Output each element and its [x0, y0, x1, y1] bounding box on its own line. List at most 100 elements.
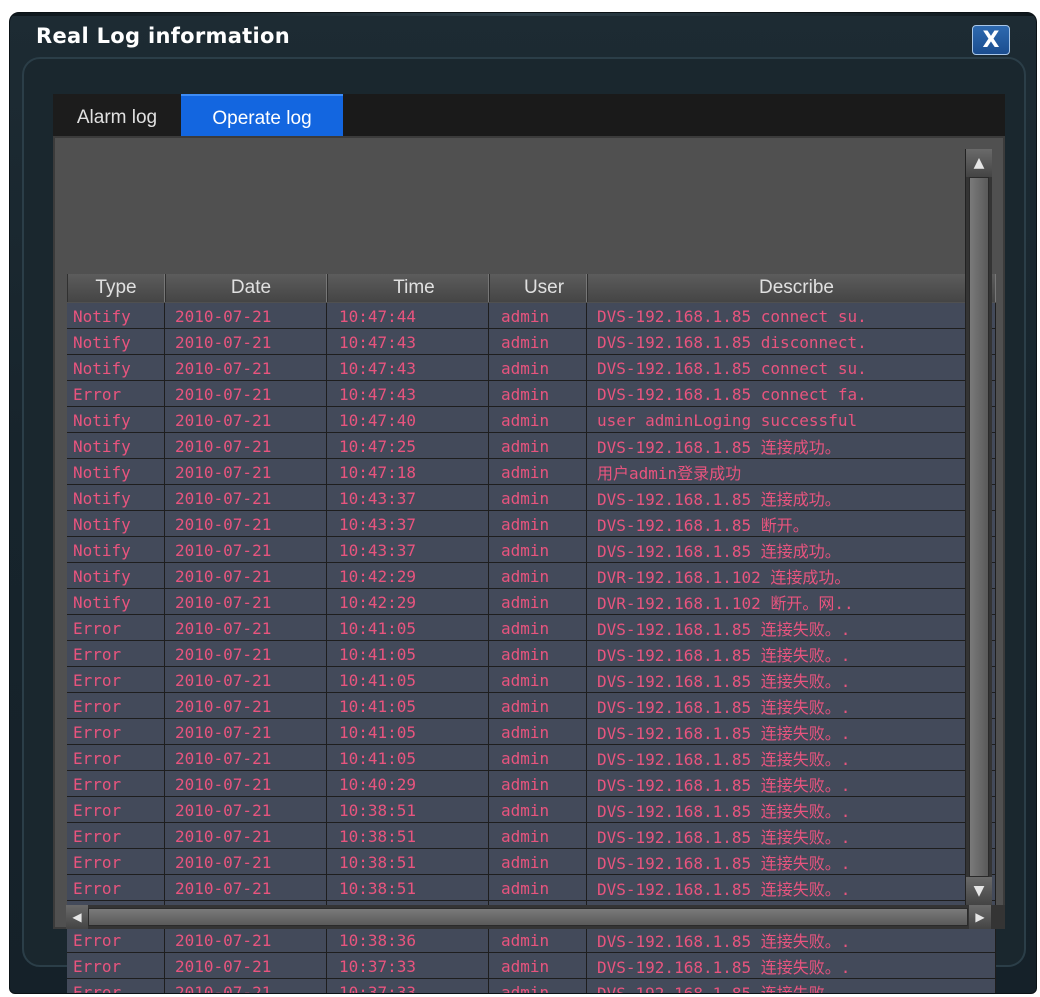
table-row[interactable]: Error 2010-07-21 10:41:05 admin DVS-192.168.…	[67, 745, 996, 771]
table-row[interactable]: Error2010-07-2110:38:51adminDVS-192.168.…	[67, 823, 996, 849]
cell-describe: DVS-192.168.1.85 连接失败。.	[587, 849, 996, 875]
table-row[interactable]: Notify 2010-07-21 10:47:43 admin DVS-192.168…	[67, 355, 996, 381]
cell-describe: DVS-192.168.1.85 连接成功。	[587, 537, 996, 563]
table-row[interactable]: Notify 2010-07-21 10:43:37 admin DVS-192.168…	[67, 537, 996, 563]
cell-type: Error	[67, 771, 165, 797]
close-icon: X	[982, 27, 1000, 53]
cell-time: 10:47:43	[327, 381, 489, 407]
cell-time: 10:37:33	[327, 979, 489, 993]
cell-date: 2010-07-21	[165, 433, 327, 459]
cell-describe: DVS-192.168.1.85 连接失败。.	[587, 875, 996, 901]
table-row[interactable]: Error2010-07-2110:38:51adminDVS-192.168.…	[67, 849, 996, 875]
cell-describe: user adminLoging successful	[587, 407, 996, 433]
table-row[interactable]: Notify 2010-07-21 10:47:25 admin DVS-192.168…	[67, 433, 996, 459]
table-row[interactable]: Error 2010-07-21 10:41:05 admin DVS-192.168.…	[67, 641, 996, 667]
column-header-type[interactable]: Type	[67, 274, 165, 302]
table-row[interactable]: Error 2010-07-21 10:41:05 admin DVS-192.168.…	[67, 615, 996, 641]
table-row[interactable]: Notify 2010-07-21 10:47:40 admin user admin…	[67, 407, 996, 433]
cell-user: admin	[489, 927, 587, 953]
scroll-left-button[interactable]: ◀	[66, 905, 88, 929]
cell-date: 2010-07-21	[165, 615, 327, 641]
cell-type: Error	[67, 641, 165, 667]
table-row[interactable]: Error 2010-07-21 10:38:36 admin DVS-192.168.…	[67, 927, 996, 953]
arrow-up-icon: ▲	[973, 155, 985, 171]
cell-time: 10:43:37	[327, 485, 489, 511]
table-row[interactable]: Notify 2010-07-21 10:42:29 admin DVR-192.168…	[67, 589, 996, 615]
cell-time: 10:41:05	[327, 641, 489, 667]
cell-type: Error	[67, 953, 165, 979]
cell-type: Notify	[67, 485, 165, 511]
cell-date: 2010-07-21	[165, 875, 327, 901]
table-row[interactable]: Error 2010-07-21 10:37:33 admin DVS-192.168.…	[67, 979, 996, 993]
column-header-date[interactable]: Date	[165, 274, 327, 302]
cell-describe: DVS-192.168.1.85 连接失败。.	[587, 797, 996, 823]
log-window: Real Log information X Alarm log Operate…	[9, 12, 1037, 994]
vertical-scroll-thumb[interactable]	[969, 177, 989, 877]
cell-time: 10:47:18	[327, 459, 489, 485]
table-row[interactable]: Error 2010-07-21 10:41:05 admin DVS-192.168.…	[67, 693, 996, 719]
cell-type: Error	[67, 823, 165, 849]
horizontal-scroll-thumb[interactable]	[88, 908, 968, 926]
cell-user: admin	[489, 329, 587, 355]
table-row[interactable]: Error2010-07-2110:38:51adminDVS-192.168.…	[67, 875, 996, 901]
cell-time: 10:47:44	[327, 303, 489, 329]
horizontal-scrollbar[interactable]: ◀ ▶	[66, 905, 991, 929]
cell-date: 2010-07-21	[165, 823, 327, 849]
cell-type: Notify	[67, 433, 165, 459]
scroll-down-button[interactable]: ▼	[966, 877, 992, 905]
cell-date: 2010-07-21	[165, 641, 327, 667]
cell-describe: DVS-192.168.1.85 断开。	[587, 511, 996, 537]
table-row[interactable]: Error 2010-07-21 10:41:05 admin DVS-192.168.…	[67, 719, 996, 745]
cell-time: 10:38:51	[327, 875, 489, 901]
cell-type: Notify	[67, 459, 165, 485]
cell-date: 2010-07-21	[165, 459, 327, 485]
cell-date: 2010-07-21	[165, 303, 327, 329]
cell-date: 2010-07-21	[165, 381, 327, 407]
cell-type: Notify	[67, 407, 165, 433]
table-row[interactable]: Notify 2010-07-21 10:47:43 admin DVS-192.168…	[67, 329, 996, 355]
close-button[interactable]: X	[972, 25, 1010, 55]
cell-user: admin	[489, 823, 587, 849]
cell-date: 2010-07-21	[165, 485, 327, 511]
cell-time: 10:47:40	[327, 407, 489, 433]
scroll-up-button[interactable]: ▲	[966, 149, 992, 177]
cell-describe: DVS-192.168.1.85 disconnect.	[587, 329, 996, 355]
cell-describe: DVS-192.168.1.85 connect fa.	[587, 381, 996, 407]
table-row[interactable]: Notify 2010-07-21 10:47:18 admin 用户admin登录成…	[67, 459, 996, 485]
cell-describe: DVS-192.168.1.85 连接失败。.	[587, 927, 996, 953]
cell-type: Notify	[67, 563, 165, 589]
cell-date: 2010-07-21	[165, 355, 327, 381]
table-row[interactable]: Error2010-07-2110:38:51adminDVS-192.168.…	[67, 797, 996, 823]
cell-type: Error	[67, 381, 165, 407]
cell-user: admin	[489, 615, 587, 641]
cell-type: Error	[67, 797, 165, 823]
table-row[interactable]: Error 2010-07-21 10:40:29 admin DVS-192.168.…	[67, 771, 996, 797]
cell-type: Error	[67, 875, 165, 901]
cell-user: admin	[489, 641, 587, 667]
cell-describe: DVS-192.168.1.85 连接成功。	[587, 485, 996, 511]
cell-describe: DVS-192.168.1.85 连接失败。.	[587, 823, 996, 849]
cell-user: admin	[489, 433, 587, 459]
table-row[interactable]: Notify 2010-07-21 10:43:37 admin DVS-192.168…	[67, 485, 996, 511]
column-header-time[interactable]: Time	[327, 274, 489, 302]
table-row[interactable]: Notify 2010-07-21 10:47:44 admin DVS-192.168…	[67, 303, 996, 329]
cell-time: 10:41:05	[327, 745, 489, 771]
cell-user: admin	[489, 875, 587, 901]
table-row[interactable]: Notify 2010-07-21 10:42:29 admin DVR-192.168…	[67, 563, 996, 589]
cell-time: 10:41:05	[327, 667, 489, 693]
tab-operate-log[interactable]: Operate log	[181, 94, 343, 136]
table-row[interactable]: Error 2010-07-21 10:47:43 admin DVS-192.168.…	[67, 381, 996, 407]
column-header-user[interactable]: User	[489, 274, 587, 302]
cell-describe: DVS-192.168.1.85 连接成功。	[587, 433, 996, 459]
vertical-scrollbar[interactable]: ▲ ▼	[965, 149, 992, 905]
arrow-down-icon: ▼	[973, 883, 985, 899]
scroll-right-button[interactable]: ▶	[969, 905, 991, 929]
cell-describe: DVS-192.168.1.85 连接失败。.	[587, 641, 996, 667]
tab-alarm-log[interactable]: Alarm log	[53, 94, 181, 136]
resize-grip-icon[interactable]	[991, 905, 1005, 929]
table-row[interactable]: Error 2010-07-21 10:37:33 admin DVS-192.168.…	[67, 953, 996, 979]
cell-describe: DVS-192.168.1.85 连接失败。.	[587, 693, 996, 719]
table-row[interactable]: Notify 2010-07-21 10:43:37 admin DVS-192.168…	[67, 511, 996, 537]
table-row[interactable]: Error 2010-07-21 10:41:05 admin DVS-192.168.…	[67, 667, 996, 693]
column-header-describe[interactable]: Describe	[587, 274, 996, 302]
